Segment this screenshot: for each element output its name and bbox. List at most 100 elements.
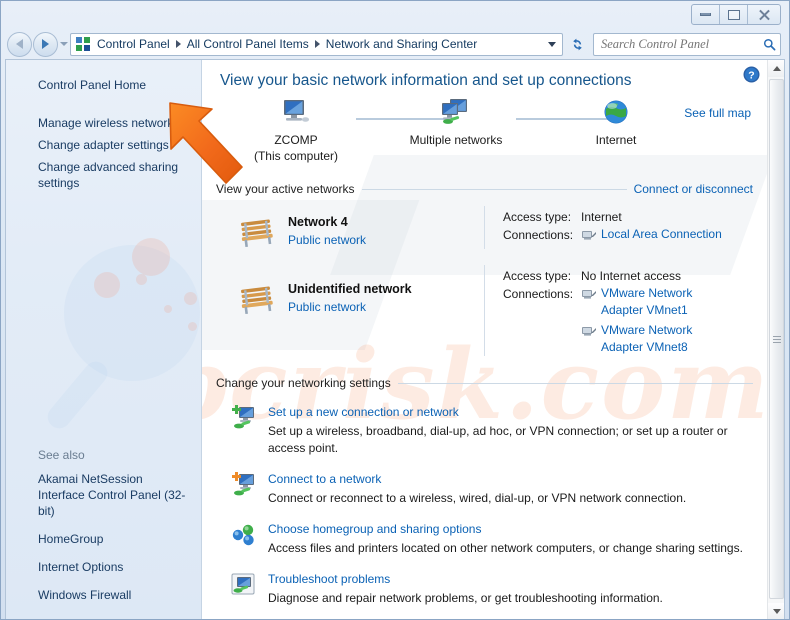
access-type-value: No Internet access bbox=[581, 269, 682, 283]
scrollbar-thumb[interactable] bbox=[769, 79, 784, 599]
content-area: Control Panel Home Manage wireless netwo… bbox=[5, 59, 785, 619]
access-type-row: Access type: Internet bbox=[503, 208, 753, 226]
sidebar: Control Panel Home Manage wireless netwo… bbox=[6, 60, 202, 619]
network-adapter-icon bbox=[581, 287, 597, 301]
breadcrumb-item-all-control-panel-items[interactable]: All Control Panel Items bbox=[184, 35, 312, 53]
forward-button[interactable] bbox=[33, 31, 58, 57]
task-title[interactable]: Choose homegroup and sharing options bbox=[268, 522, 481, 536]
task-title[interactable]: Set up a new connection or network bbox=[268, 405, 459, 419]
task-description: Set up a wireless, broadband, dial-up, a… bbox=[268, 424, 728, 455]
map-node-this-computer[interactable]: ZCOMP (This computer) bbox=[236, 96, 356, 164]
search-input[interactable] bbox=[601, 36, 763, 52]
access-type-value: Internet bbox=[581, 210, 622, 224]
sidebar-item-manage-wireless-networks[interactable]: Manage wireless networks bbox=[6, 112, 201, 134]
troubleshoot-icon bbox=[230, 571, 258, 599]
connection-link-vmnet8[interactable]: VMware Network Adapter VMnet8 bbox=[601, 322, 733, 356]
title-bar bbox=[1, 1, 789, 29]
address-bar: Control Panel All Control Panel Items Ne… bbox=[1, 29, 789, 59]
connections-row: Connections: bbox=[503, 285, 753, 356]
task-setup-new-connection: Set up a new connection or network Set u… bbox=[216, 403, 753, 457]
breadcrumb-item-network-and-sharing-center[interactable]: Network and Sharing Center bbox=[323, 35, 480, 53]
connections-label: Connections: bbox=[503, 228, 574, 242]
networking-settings-heading: Change your networking settings bbox=[216, 376, 753, 390]
maximize-icon bbox=[727, 9, 740, 20]
access-type-label: Access type: bbox=[503, 210, 572, 224]
network-type-link[interactable]: Public network bbox=[288, 233, 366, 247]
section-label: Change your networking settings bbox=[216, 376, 391, 390]
see-also-item-windows-firewall[interactable]: Windows Firewall bbox=[6, 584, 201, 606]
see-also-item-akamai-netsession[interactable]: Akamai NetSession Interface Control Pane… bbox=[6, 468, 201, 522]
network-details: Access type: Internet Connections: Local… bbox=[484, 206, 753, 249]
access-type-row: Access type: No Internet access bbox=[503, 267, 753, 285]
scroll-up-button[interactable] bbox=[768, 60, 784, 77]
sidebar-item-change-adapter-settings[interactable]: Change adapter settings bbox=[6, 134, 201, 156]
maximize-button[interactable] bbox=[720, 5, 748, 24]
scrollbar-grip-icon bbox=[772, 335, 781, 343]
bench-icon bbox=[236, 281, 278, 315]
minimize-button[interactable] bbox=[692, 5, 720, 24]
section-label: View your active networks bbox=[216, 182, 355, 196]
divider bbox=[397, 382, 753, 384]
map-node-multiple-networks[interactable]: Multiple networks bbox=[396, 96, 516, 148]
close-button[interactable] bbox=[748, 5, 780, 24]
network-adapter-icon bbox=[581, 228, 597, 242]
close-icon bbox=[758, 8, 771, 21]
page-title: View your basic network information and … bbox=[220, 72, 632, 89]
map-node-label: Internet bbox=[595, 133, 637, 147]
breadcrumb-separator-icon bbox=[314, 40, 320, 48]
back-button[interactable] bbox=[7, 31, 32, 57]
connect-or-disconnect-link[interactable]: Connect or disconnect bbox=[634, 182, 753, 196]
connections-row: Connections: bbox=[503, 226, 753, 244]
breadcrumb-separator-icon bbox=[175, 40, 181, 48]
watermark-dot bbox=[184, 292, 197, 305]
multiple-networks-icon bbox=[396, 96, 516, 128]
globe-icon bbox=[556, 96, 676, 128]
chevron-down-icon bbox=[548, 41, 556, 47]
network-identity: Network 4 Public network bbox=[216, 206, 484, 249]
see-also-item-internet-options[interactable]: Internet Options bbox=[6, 556, 201, 578]
watermark-magnifier-lens bbox=[64, 245, 200, 381]
see-full-map-link[interactable]: See full map bbox=[684, 106, 751, 120]
sidebar-item-change-advanced-sharing-settings[interactable]: Change advanced sharing settings bbox=[6, 156, 201, 194]
task-title[interactable]: Connect to a network bbox=[268, 472, 381, 486]
connection-link-local-area-connection[interactable]: Local Area Connection bbox=[601, 226, 722, 243]
search-icon bbox=[763, 38, 776, 51]
refresh-button[interactable] bbox=[566, 33, 588, 56]
connection-entry: VMware Network Adapter VMnet1 bbox=[581, 285, 733, 319]
homegroup-icon bbox=[230, 521, 258, 549]
control-panel-icon bbox=[75, 36, 91, 52]
new-connection-icon bbox=[230, 404, 258, 432]
task-troubleshoot-problems: Troubleshoot problems Diagnose and repai… bbox=[216, 570, 753, 607]
connect-network-icon bbox=[230, 471, 258, 499]
network-name: Network 4 bbox=[288, 215, 348, 229]
connection-entry: Local Area Connection bbox=[581, 226, 722, 244]
chevron-down-icon bbox=[60, 42, 68, 46]
breadcrumb-item-control-panel[interactable]: Control Panel bbox=[94, 35, 173, 53]
task-choose-homegroup: Choose homegroup and sharing options Acc… bbox=[216, 520, 753, 557]
main-pane: pcrisk.com ? View your basic network inf… bbox=[202, 60, 784, 619]
task-title[interactable]: Troubleshoot problems bbox=[268, 572, 390, 586]
scroll-down-button[interactable] bbox=[768, 603, 784, 619]
task-description: Diagnose and repair network problems, or… bbox=[268, 591, 663, 605]
arrow-right-icon bbox=[42, 39, 49, 49]
connection-link-vmnet1[interactable]: VMware Network Adapter VMnet1 bbox=[601, 285, 733, 319]
search-box[interactable] bbox=[593, 32, 781, 56]
window-controls bbox=[691, 4, 781, 25]
watermark-dot bbox=[132, 238, 170, 276]
breadcrumb-dropdown-button[interactable] bbox=[544, 34, 560, 55]
see-also-section: See also Akamai NetSession Interface Con… bbox=[6, 448, 201, 606]
network-map: ZCOMP (This computer) Multiple networks … bbox=[216, 96, 753, 180]
watermark-magnifier-handle bbox=[42, 356, 113, 434]
breadcrumb[interactable]: Control Panel All Control Panel Items Ne… bbox=[70, 32, 563, 56]
map-node-internet[interactable]: Internet bbox=[556, 96, 676, 148]
history-dropdown-button[interactable] bbox=[58, 42, 70, 46]
sidebar-item-control-panel-home[interactable]: Control Panel Home bbox=[6, 74, 201, 96]
help-button[interactable]: ? bbox=[743, 66, 760, 83]
network-name: Unidentified network bbox=[288, 282, 412, 296]
vertical-scrollbar[interactable] bbox=[767, 60, 784, 619]
watermark-dot bbox=[164, 305, 172, 313]
connection-entry: VMware Network Adapter VMnet8 bbox=[581, 322, 733, 356]
network-type-link[interactable]: Public network bbox=[288, 300, 366, 314]
see-also-item-homegroup[interactable]: HomeGroup bbox=[6, 528, 201, 550]
network-identity: Unidentified network Public network bbox=[216, 265, 484, 356]
